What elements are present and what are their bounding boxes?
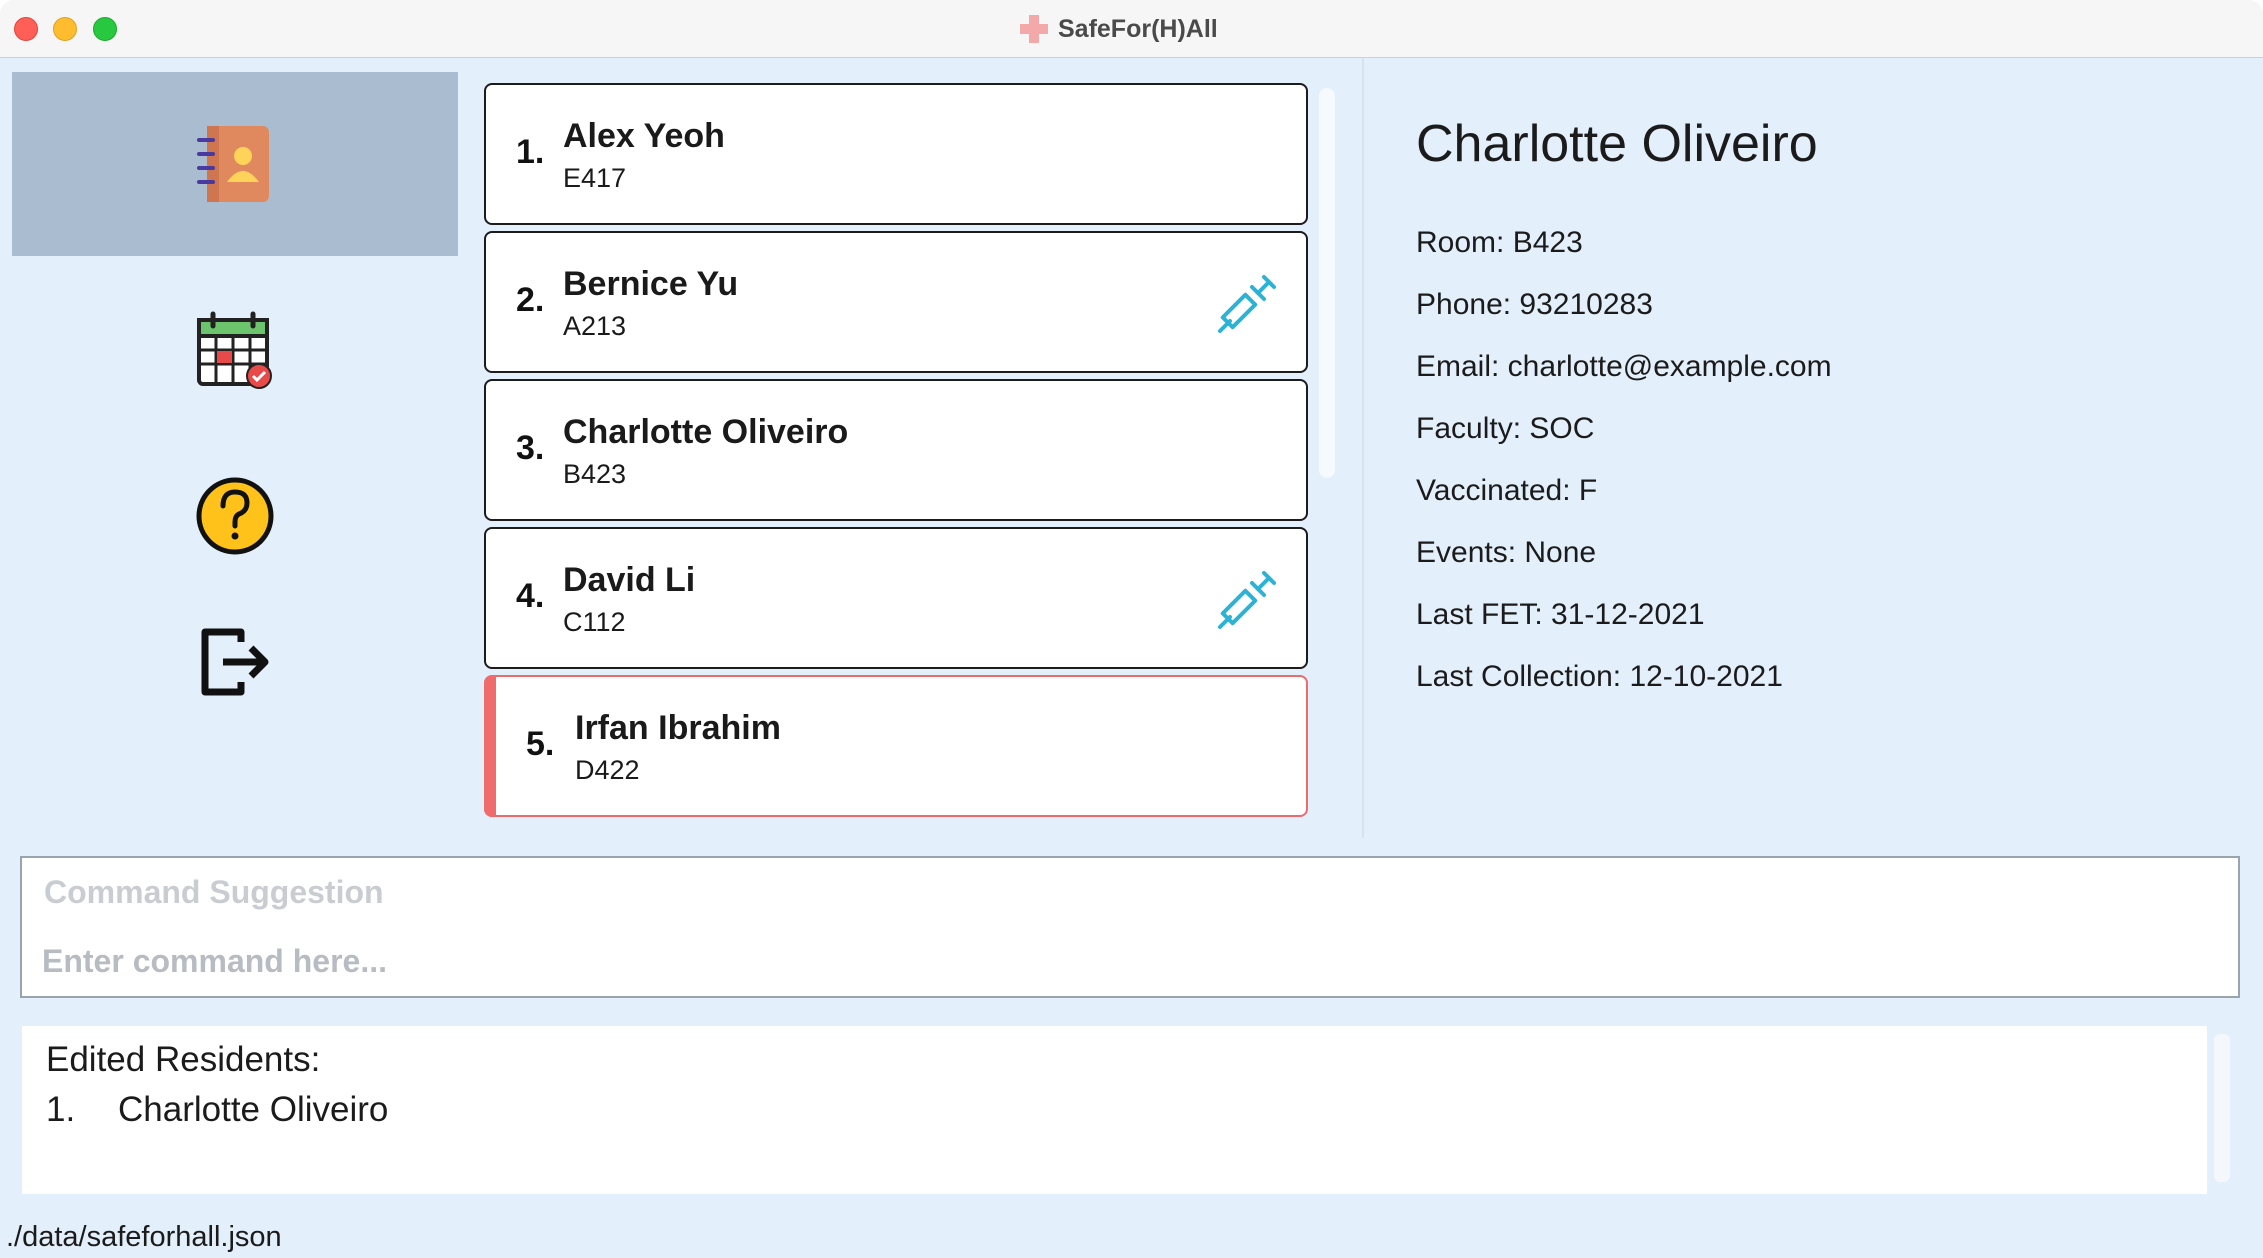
detail-faculty: Faculty: SOC xyxy=(1416,412,1595,445)
detail-name: Charlotte Oliveiro xyxy=(1416,115,1818,173)
result-scrollbar[interactable] xyxy=(2214,1034,2230,1182)
result-item-name: Charlotte Oliveiro xyxy=(118,1090,389,1129)
syringe-icon xyxy=(1218,275,1276,333)
resident-index: 5. xyxy=(526,725,555,763)
resident-name: Charlotte Oliveiro xyxy=(563,413,849,451)
calendar-icon xyxy=(197,311,272,389)
resident-index: 4. xyxy=(516,577,545,615)
detail-phone: Phone: 93210283 xyxy=(1416,288,1653,321)
command-suggestion: Command Suggestion xyxy=(44,874,384,910)
title-bar: SafeFor(H)All xyxy=(0,0,2263,58)
resident-detail: Charlotte Oliveiro Room: B423 Phone: 932… xyxy=(1364,58,2263,838)
result-display: Edited Residents: 1. Charlotte Oliveiro xyxy=(22,1026,2207,1194)
resident-name: Alex Yeoh xyxy=(563,117,725,155)
resident-room: C112 xyxy=(563,607,626,637)
status-file-path: ./data/safeforhall.json xyxy=(6,1221,282,1253)
sidebar xyxy=(0,58,460,838)
detail-email: Email: charlotte@example.com xyxy=(1416,350,1832,383)
list-scrollbar[interactable] xyxy=(1319,88,1335,478)
detail-last-fet: Last FET: 31-12-2021 xyxy=(1416,598,1705,631)
app-body: 1. Alex Yeoh E417 2. Bernice Yu A213 3. … xyxy=(0,58,2263,1258)
resident-room: B423 xyxy=(563,459,627,489)
app-cross-icon xyxy=(1020,15,1048,43)
resident-index: 1. xyxy=(516,133,545,171)
resident-list: 1. Alex Yeoh E417 2. Bernice Yu A213 3. … xyxy=(462,58,1362,838)
contacts-book-icon xyxy=(197,126,269,202)
resident-card[interactable]: 3. Charlotte Oliveiro B423 xyxy=(484,379,1308,521)
resident-name: David Li xyxy=(563,561,696,599)
sidebar-item-exit[interactable] xyxy=(12,582,458,742)
result-item-index: 1. xyxy=(46,1090,76,1129)
command-input[interactable] xyxy=(42,938,2212,984)
detail-vaccinated: Vaccinated: F xyxy=(1416,474,1598,507)
resident-index: 3. xyxy=(516,429,545,467)
exit-icon xyxy=(201,628,269,696)
command-box: Command Suggestion xyxy=(20,856,2240,998)
sidebar-item-residents[interactable] xyxy=(12,72,458,256)
resident-room: D422 xyxy=(575,755,640,785)
window-title: SafeFor(H)All xyxy=(1058,14,1218,43)
resident-card[interactable]: 1. Alex Yeoh E417 xyxy=(484,83,1308,225)
resident-card[interactable]: 4. David Li C112 xyxy=(484,527,1308,669)
sidebar-item-help[interactable] xyxy=(12,436,458,596)
maximize-window-button[interactable] xyxy=(93,17,117,41)
detail-room: Room: B423 xyxy=(1416,226,1583,259)
sidebar-item-events[interactable] xyxy=(12,270,458,430)
minimize-window-button[interactable] xyxy=(53,17,77,41)
close-window-button[interactable] xyxy=(14,17,38,41)
result-title: Edited Residents: xyxy=(46,1040,321,1079)
overdue-flag-bar xyxy=(484,675,496,817)
help-icon xyxy=(196,477,274,555)
resident-index: 2. xyxy=(516,281,545,319)
resident-name: Irfan Ibrahim xyxy=(575,709,781,747)
resident-room: A213 xyxy=(563,311,627,341)
syringe-icon xyxy=(1218,571,1276,629)
resident-card-flagged[interactable]: 5. Irfan Ibrahim D422 xyxy=(484,675,1308,817)
window-title-group: SafeFor(H)All xyxy=(1018,10,1218,48)
resident-card[interactable]: 2. Bernice Yu A213 xyxy=(484,231,1308,373)
resident-room: E417 xyxy=(563,163,627,193)
resident-name: Bernice Yu xyxy=(563,265,739,303)
detail-events: Events: None xyxy=(1416,536,1597,569)
detail-last-collection: Last Collection: 12-10-2021 xyxy=(1416,660,1783,693)
